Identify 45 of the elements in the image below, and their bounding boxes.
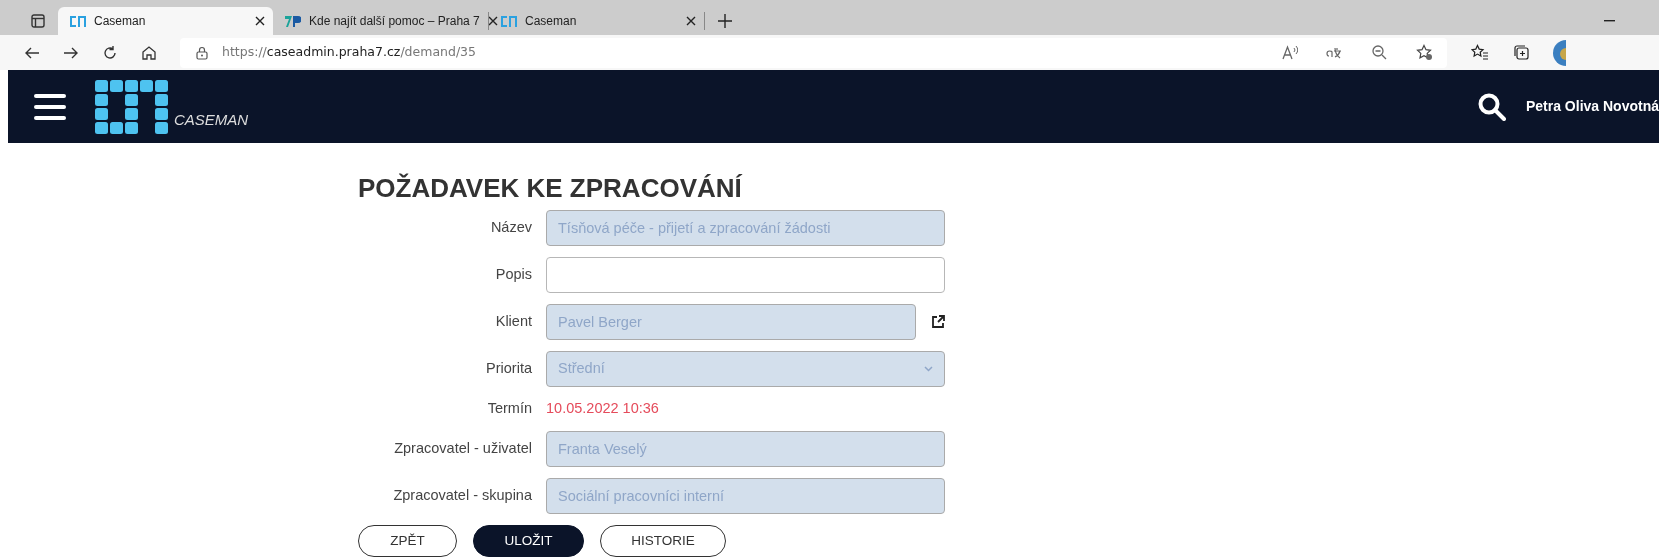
outline-button[interactable]: ZPĚT — [358, 524, 457, 557]
field-label: Zpracovatel - skupina — [392, 486, 533, 506]
close-icon[interactable] — [487, 16, 498, 26]
field-label: Termín — [486, 399, 533, 419]
address-bar[interactable]: https://caseadmin.praha7.cz/demand/35 — [180, 37, 1447, 68]
search-icon[interactable] — [1477, 92, 1506, 121]
read-aloud-icon[interactable] — [1281, 44, 1298, 61]
app-logo-icon — [70, 15, 86, 27]
field-label: Priorita — [485, 359, 533, 379]
profile-avatar-icon[interactable] — [1553, 39, 1567, 66]
page-title: POŽADAVEK KE ZPRACOVÁNÍ — [358, 173, 744, 205]
refresh-icon[interactable] — [101, 44, 118, 61]
new-tab-icon[interactable] — [718, 14, 732, 28]
field-label: Zpracovatel - uživatel — [393, 439, 533, 459]
outline-button[interactable]: HISTORIE — [600, 524, 726, 557]
user-name[interactable]: Petra Oliva Novotná — [1525, 96, 1659, 117]
close-icon[interactable] — [255, 16, 265, 26]
deadline-text: 10.05.2022 10:36 — [546, 399, 659, 419]
save-button[interactable]: ULOŽIT — [473, 524, 584, 557]
tab-title[interactable]: Kde najít další pomoc – Praha 7 — [309, 12, 480, 30]
lock-icon — [196, 45, 208, 60]
tab-title[interactable]: Caseman — [94, 12, 247, 30]
browser-tab[interactable]: Kde najít další pomoc – Praha 7 — [273, 7, 488, 35]
field-label: Klient — [494, 312, 533, 332]
minimize-icon[interactable] — [1603, 20, 1615, 22]
app-logo-icon — [95, 79, 168, 134]
close-icon[interactable] — [686, 16, 696, 26]
chevron-down-icon — [924, 366, 933, 373]
tab-title[interactable]: Caseman — [525, 12, 678, 30]
site-logo-icon — [285, 15, 301, 27]
home-icon[interactable] — [140, 44, 157, 61]
collections-icon[interactable] — [1513, 44, 1531, 61]
field-label: Popis — [494, 265, 533, 285]
input-field[interactable] — [546, 257, 945, 294]
zoom-out-icon[interactable] — [1371, 44, 1388, 61]
favorites-icon[interactable] — [1471, 44, 1489, 61]
menu-icon[interactable] — [34, 93, 66, 120]
browser-tab[interactable]: Caseman — [58, 7, 273, 35]
url-text[interactable]: https://caseadmin.praha7.cz/demand/35 — [222, 43, 477, 62]
app-name: CASEMAN — [174, 109, 249, 130]
favorite-add-icon[interactable] — [1416, 44, 1433, 61]
browser-tab[interactable]: Caseman — [489, 7, 704, 35]
app-logo-icon — [501, 15, 517, 27]
tab-actions-icon[interactable] — [31, 14, 45, 28]
field-label: Název — [489, 218, 533, 238]
